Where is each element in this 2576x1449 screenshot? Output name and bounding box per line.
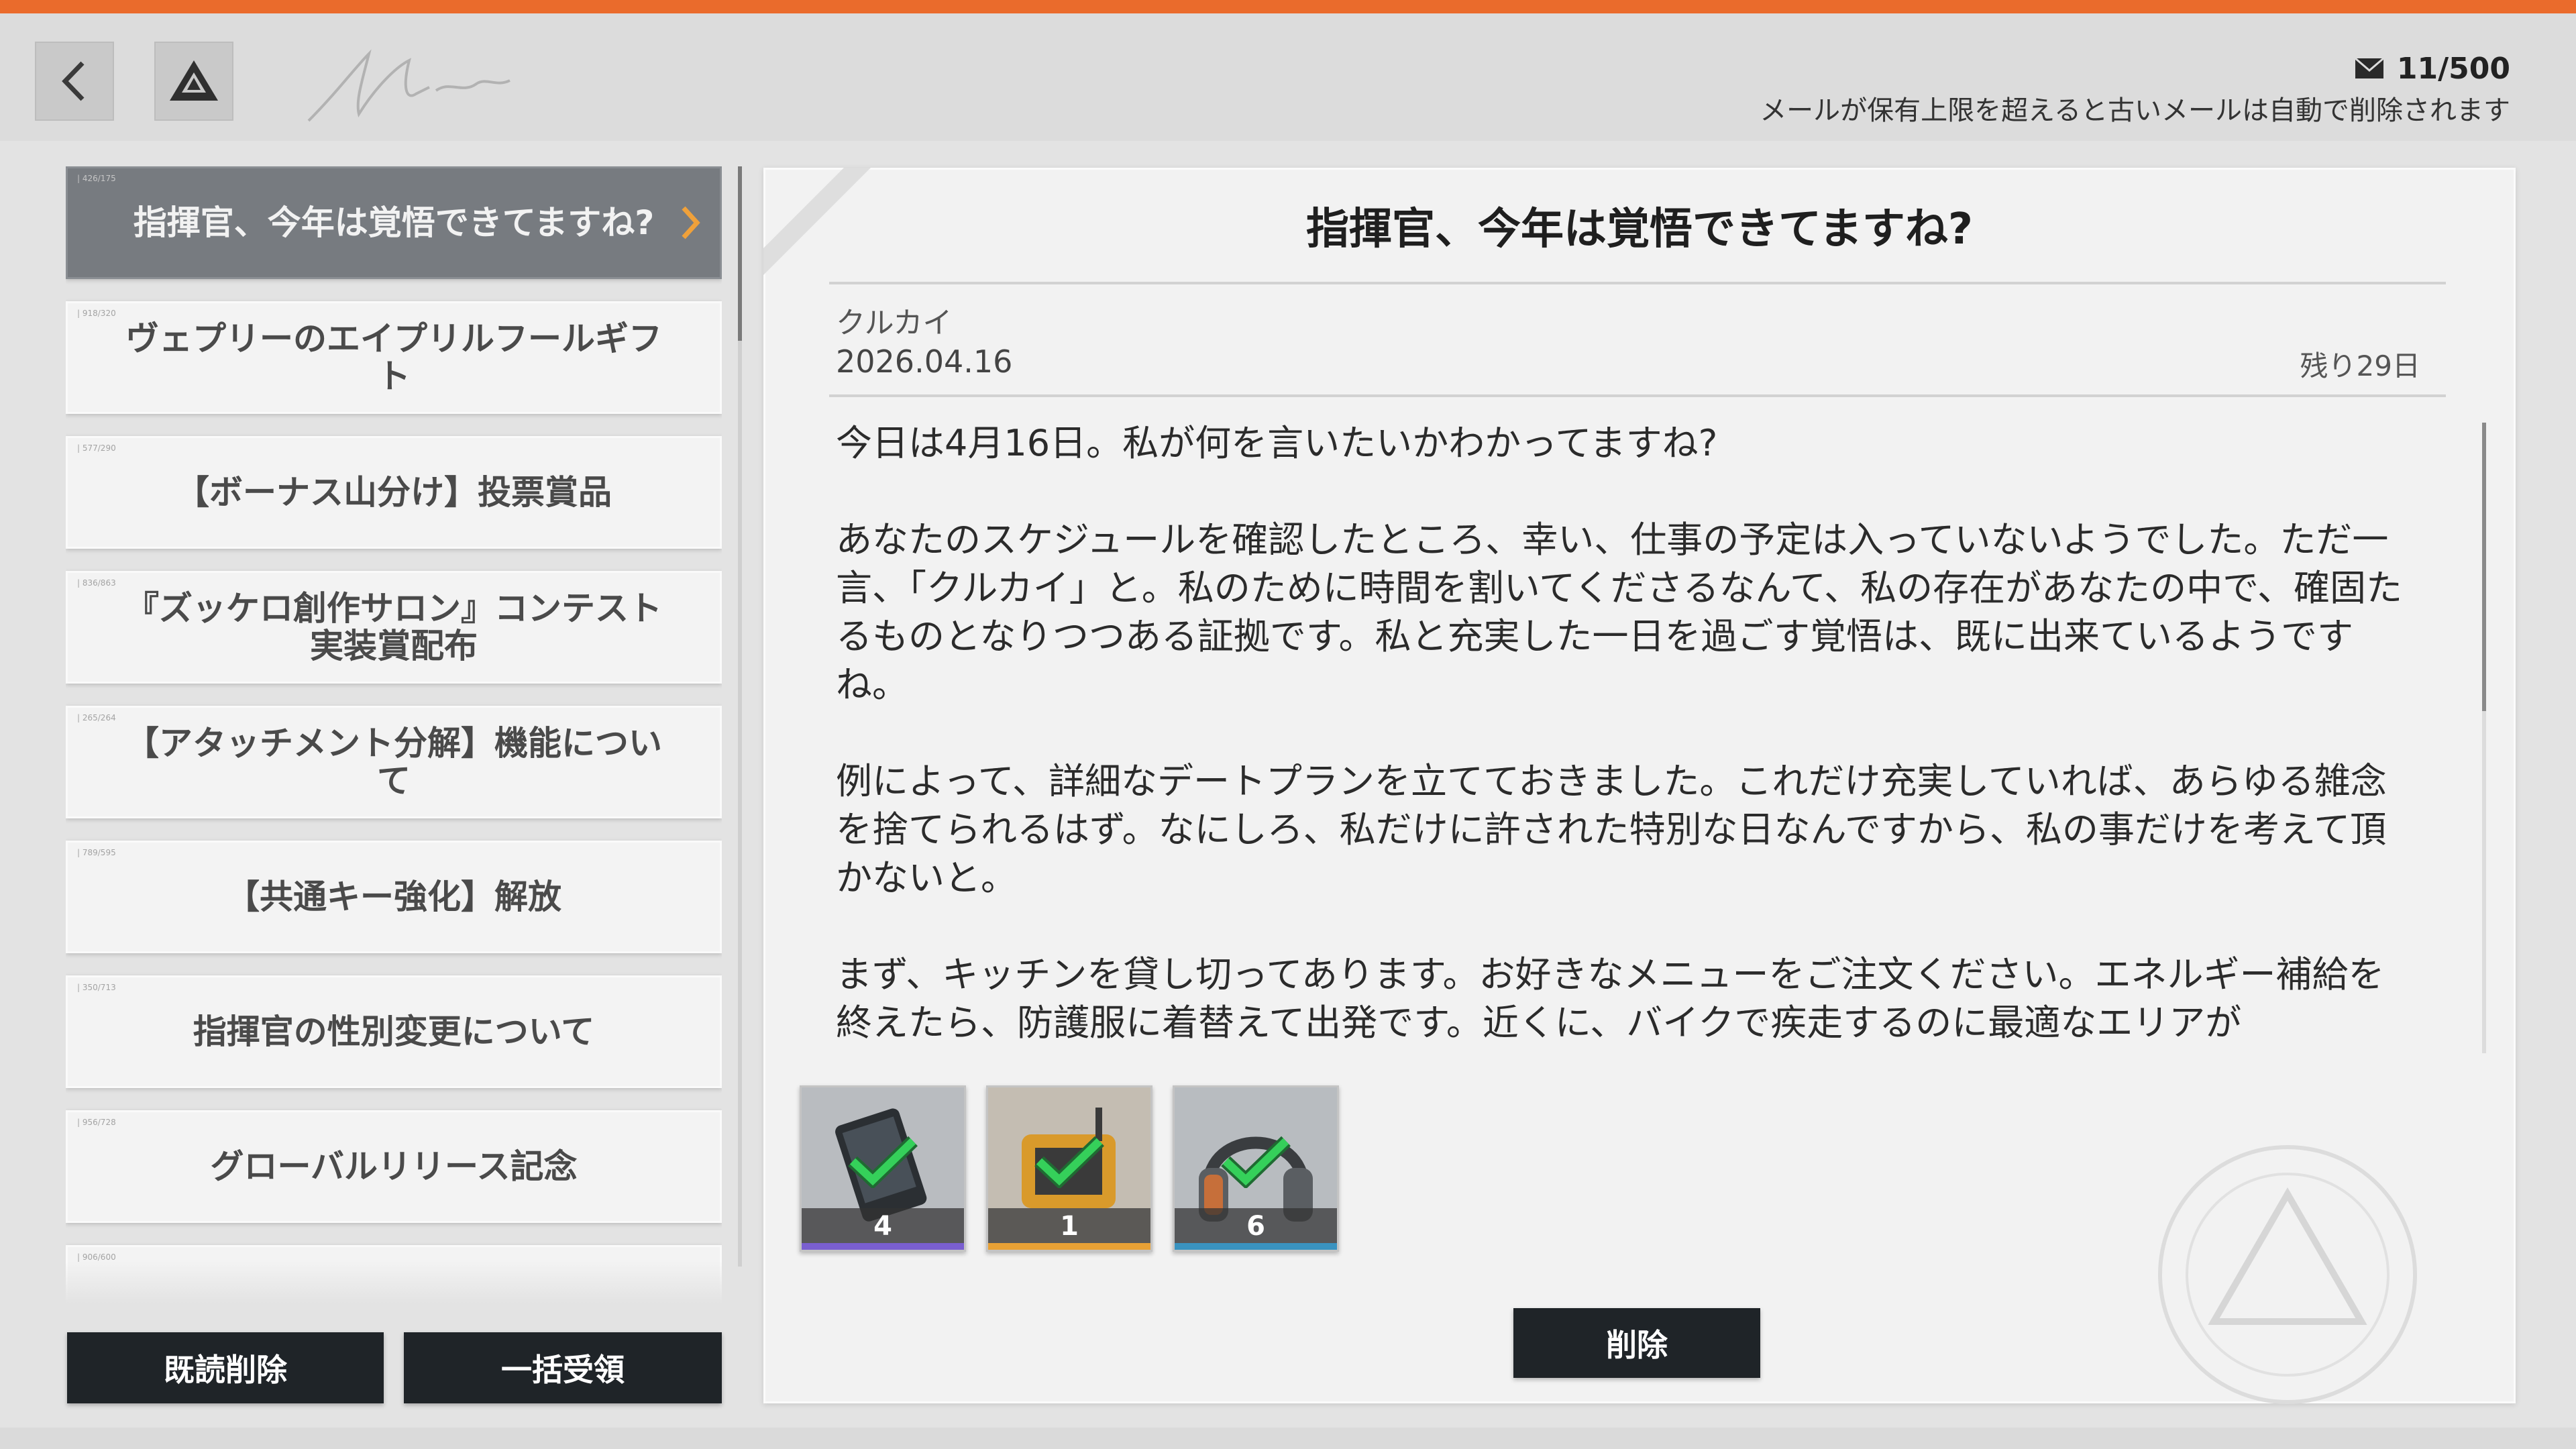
mail-list-item[interactable]: | 789/595 【共通キー強化】解放 [66, 841, 722, 953]
mail-item-title: 指揮官の性別変更について [193, 1012, 595, 1051]
claim-all-button[interactable]: 一括受領 [404, 1332, 722, 1403]
mail-item-serial: | 577/290 [77, 443, 116, 453]
delete-button[interactable]: 削除 [1513, 1308, 1760, 1378]
attachment-rarity-bar [802, 1243, 964, 1250]
meta-divider [829, 394, 2446, 397]
mail-detail-title: 指揮官、今年は覚悟できてますね? [1306, 205, 1973, 254]
mail-item-serial: | 836/863 [77, 578, 116, 588]
mail-date: 2026.04.16 [836, 343, 1013, 380]
mail-body-paragraph: 例によって、詳細なデートプランを立てておきました。これだけ充実していれば、あらゆ… [836, 760, 2387, 899]
attachment-item[interactable]: 1 [986, 1085, 1152, 1252]
mail-item-title: 【アタッチメント分解】機能について [125, 724, 662, 800]
mail-item-title: 『ズッケロ創作サロン』コンテスト実装賞配布 [125, 589, 662, 665]
chevron-right-icon [682, 206, 700, 239]
mail-list-scrollbar-thumb[interactable] [738, 166, 742, 341]
envelope-icon [2354, 57, 2384, 78]
mail-item-serial: | 789/595 [77, 848, 116, 857]
mail-sender: クルカイ [836, 306, 953, 340]
mail-list-item[interactable]: | 265/264 【アタッチメント分解】機能について [66, 706, 722, 818]
list-fade-overlay [66, 1261, 722, 1322]
delete-read-button[interactable]: 既読削除 [67, 1332, 384, 1403]
mail-item-serial: | 918/320 [77, 309, 116, 318]
mail-item-serial: | 426/175 [77, 174, 116, 183]
mail-list: | 426/175 指揮官、今年は覚悟できてますね? | 918/320 ヴェプ… [66, 166, 722, 1307]
mail-body-paragraph: 今日は4月16日。私が何を言いたいかわかってますね? [836, 422, 1718, 464]
mail-body-scrollbar-thumb[interactable] [2482, 423, 2486, 711]
attachment-item[interactable]: 6 [1173, 1085, 1339, 1252]
mail-body-paragraph: まず、キッチンを貸し切ってあります。お好きなメニューをご注文ください。エネルギー… [836, 953, 2385, 1044]
triangle-logo-icon [170, 60, 218, 101]
claimed-check-icon [1034, 1136, 1104, 1188]
claimed-check-icon [848, 1136, 918, 1188]
mail-body: 今日は4月16日。私が何を言いたいかわかってますね? あなたのスケジュールを確認… [836, 419, 2406, 1060]
mail-item-title: 【ボーナス山分け】投票賞品 [176, 473, 612, 512]
title-divider [829, 282, 2446, 284]
mail-item-serial: | 265/264 [77, 713, 116, 722]
mail-body-paragraph: あなたのスケジュールを確認したところ、幸い、仕事の予定は入っていないようでした。… [836, 519, 2402, 706]
mail-item-title: グローバルリリース記念 [210, 1147, 578, 1186]
signature-decoration [307, 49, 511, 122]
mail-list-item[interactable]: | 918/320 ヴェプリーのエイプリルフールギフト [66, 301, 722, 414]
mail-count-text: 11/500 [2396, 51, 2510, 86]
footer-decoration-strip [0, 1428, 2576, 1449]
home-button[interactable] [154, 42, 233, 121]
mail-item-serial: | 906/600 [77, 1252, 116, 1262]
mail-capacity: 11/500 [2354, 48, 2510, 89]
mail-list-item[interactable]: | 836/863 『ズッケロ創作サロン』コンテスト実装賞配布 [66, 571, 722, 684]
mail-capacity-note: メールが保有上限を超えると古いメールは自動で削除されます [1760, 95, 2510, 126]
mail-list-item[interactable]: | 577/290 【ボーナス山分け】投票賞品 [66, 436, 722, 549]
attachment-quantity: 4 [873, 1211, 892, 1242]
top-accent-bar [0, 0, 2576, 13]
mail-item-serial: | 350/713 [77, 983, 116, 992]
header-bar: 11/500 メールが保有上限を超えると古いメールは自動で削除されます [0, 13, 2576, 141]
mail-list-item[interactable]: | 350/713 指揮官の性別変更について [66, 975, 722, 1088]
chevron-left-icon [62, 61, 85, 101]
mail-item-title: 【共通キー強化】解放 [226, 877, 561, 916]
attachment-rarity-bar [1175, 1243, 1337, 1250]
emblem-watermark-icon [2158, 1145, 2417, 1404]
attachment-quantity: 1 [1060, 1211, 1079, 1242]
attachment-rarity-bar [988, 1243, 1150, 1250]
mail-list-item[interactable]: | 956/728 グローバルリリース記念 [66, 1110, 722, 1223]
attachment-item[interactable]: 4 [800, 1085, 966, 1252]
claimed-check-icon [1221, 1136, 1291, 1188]
mail-item-title: 指揮官、今年は覚悟できてますね? [133, 203, 655, 242]
attachment-quantity: 6 [1246, 1211, 1265, 1242]
mail-remaining-days: 残り29日 [2300, 350, 2420, 382]
back-button[interactable] [35, 42, 114, 121]
mail-item-serial: | 956/728 [77, 1118, 116, 1127]
mail-list-item[interactable]: | 426/175 指揮官、今年は覚悟できてますね? [66, 166, 722, 279]
mail-item-title: ヴェプリーのエイプリルフールギフト [125, 319, 662, 396]
